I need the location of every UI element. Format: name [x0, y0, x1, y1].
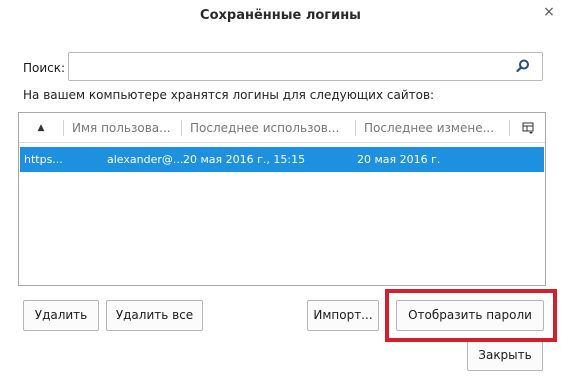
search-label: Поиск:: [23, 61, 66, 75]
delete-all-button[interactable]: Удалить все: [106, 300, 203, 331]
sort-column-header[interactable]: ▲: [19, 113, 63, 143]
close-icon[interactable]: ×: [541, 4, 557, 20]
search-input[interactable]: [69, 53, 509, 80]
column-header-last-used[interactable]: Последнее использов...: [181, 113, 355, 143]
table-header: ▲ Имя пользова... Последнее использов...…: [19, 113, 545, 143]
delete-button[interactable]: Удалить: [23, 300, 99, 331]
row-site: https...: [24, 153, 63, 166]
search-field[interactable]: [68, 52, 543, 81]
import-button[interactable]: Импорт...: [307, 300, 379, 331]
sort-ascending-icon: ▲: [37, 123, 45, 133]
column-picker-button[interactable]: [509, 113, 545, 143]
close-button[interactable]: Закрыть: [467, 340, 543, 371]
column-header-last-changed[interactable]: Последнее измене...: [355, 113, 509, 143]
row-last-used: 20 мая 2016 г., 15:15: [183, 153, 306, 166]
search-icon[interactable]: [516, 59, 530, 73]
column-picker-icon: [522, 122, 534, 134]
row-username: alexander@...: [107, 153, 184, 166]
column-header-username[interactable]: Имя пользова...: [63, 113, 181, 143]
highlight-frame: [385, 289, 557, 342]
table-row[interactable]: https... alexander@... 20 мая 2016 г., 1…: [20, 147, 544, 172]
logins-table[interactable]: ▲ Имя пользова... Последнее использов...…: [18, 112, 546, 286]
window-title: Сохранённые логины: [200, 8, 361, 23]
row-last-changed: 20 мая 2016 г.: [357, 153, 441, 166]
info-text: На вашем компьютере хранятся логины для …: [23, 88, 435, 102]
title-bar: Сохранённые логины ×: [0, 0, 561, 33]
